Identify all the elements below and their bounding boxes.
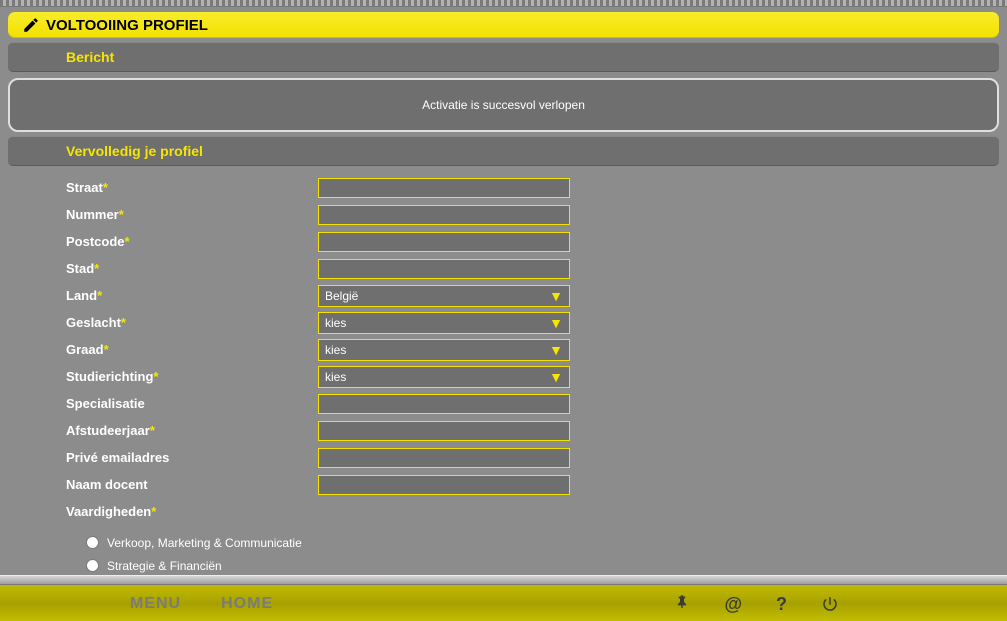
label-graad: Graad xyxy=(66,342,104,357)
label-straat: Straat xyxy=(66,180,103,195)
message-box: Activatie is succesvol verlopen xyxy=(8,78,999,132)
input-docent[interactable] xyxy=(318,475,570,495)
section-profiel-label: Vervolledig je profiel xyxy=(66,143,203,159)
label-postcode: Postcode xyxy=(66,234,125,249)
required-mark: * xyxy=(151,504,156,519)
required-mark: * xyxy=(125,234,130,249)
message-text: Activatie is succesvol verlopen xyxy=(422,98,585,112)
skill-radio[interactable] xyxy=(86,559,99,572)
skill-option[interactable]: Verkoop, Marketing & Communicatie xyxy=(86,531,999,554)
select-geslacht-value: kies xyxy=(325,316,346,330)
skill-label: Verkoop, Marketing & Communicatie xyxy=(107,536,302,550)
chevron-down-icon: ▼ xyxy=(549,370,563,384)
label-vaardigheden: Vaardigheden xyxy=(66,504,151,519)
input-nummer[interactable] xyxy=(318,205,570,225)
skill-radio[interactable] xyxy=(86,536,99,549)
pin-icon[interactable] xyxy=(674,593,690,616)
bottom-bar: MENU HOME @ ? xyxy=(0,585,1007,621)
menu-button[interactable]: MENU xyxy=(130,595,181,613)
input-afstudeerjaar[interactable] xyxy=(318,421,570,441)
page-title-bar: VOLTOOIING PROFIEL xyxy=(8,12,999,38)
label-specialisatie: Specialisatie xyxy=(66,396,145,411)
required-mark: * xyxy=(119,207,124,222)
label-land: Land xyxy=(66,288,97,303)
label-geslacht: Geslacht xyxy=(66,315,121,330)
section-profiel: Vervolledig je profiel xyxy=(8,136,999,166)
at-icon[interactable]: @ xyxy=(724,594,742,615)
profile-form: Straat* Nummer* Postcode* Stad* Land* Be… xyxy=(8,168,999,600)
label-studierichting: Studierichting xyxy=(66,369,153,384)
label-stad: Stad xyxy=(66,261,94,276)
required-mark: * xyxy=(94,261,99,276)
page-title: VOLTOOIING PROFIEL xyxy=(46,17,208,34)
label-nummer: Nummer xyxy=(66,207,119,222)
required-mark: * xyxy=(150,423,155,438)
input-specialisatie[interactable] xyxy=(318,394,570,414)
bottom-bar-wrap: MENU HOME @ ? xyxy=(0,575,1007,621)
label-prive-email: Privé emailadres xyxy=(66,450,169,465)
select-land-value: België xyxy=(325,289,358,303)
chevron-down-icon: ▼ xyxy=(549,289,563,303)
input-prive-email[interactable] xyxy=(318,448,570,468)
select-studierichting[interactable]: kies ▼ xyxy=(318,366,570,388)
skill-option[interactable]: Strategie & Financiën xyxy=(86,554,999,577)
section-bericht-label: Bericht xyxy=(66,49,114,65)
section-bericht: Bericht xyxy=(8,42,999,72)
input-postcode[interactable] xyxy=(318,232,570,252)
power-icon[interactable] xyxy=(821,595,839,613)
bottom-divider xyxy=(0,575,1007,585)
input-stad[interactable] xyxy=(318,259,570,279)
chevron-down-icon: ▼ xyxy=(549,343,563,357)
skill-label: Strategie & Financiën xyxy=(107,559,222,573)
home-button[interactable]: HOME xyxy=(221,595,273,613)
select-geslacht[interactable]: kies ▼ xyxy=(318,312,570,334)
required-mark: * xyxy=(121,315,126,330)
chevron-down-icon: ▼ xyxy=(549,316,563,330)
select-land[interactable]: België ▼ xyxy=(318,285,570,307)
select-graad-value: kies xyxy=(325,343,346,357)
required-mark: * xyxy=(103,180,108,195)
select-studierichting-value: kies xyxy=(325,370,346,384)
required-mark: * xyxy=(97,288,102,303)
label-afstudeerjaar: Afstudeerjaar xyxy=(66,423,150,438)
ruler-decoration xyxy=(0,0,1007,7)
required-mark: * xyxy=(153,369,158,384)
pencil-icon xyxy=(22,16,40,34)
help-icon[interactable]: ? xyxy=(776,594,787,615)
label-docent: Naam docent xyxy=(66,477,148,492)
select-graad[interactable]: kies ▼ xyxy=(318,339,570,361)
required-mark: * xyxy=(104,342,109,357)
input-straat[interactable] xyxy=(318,178,570,198)
